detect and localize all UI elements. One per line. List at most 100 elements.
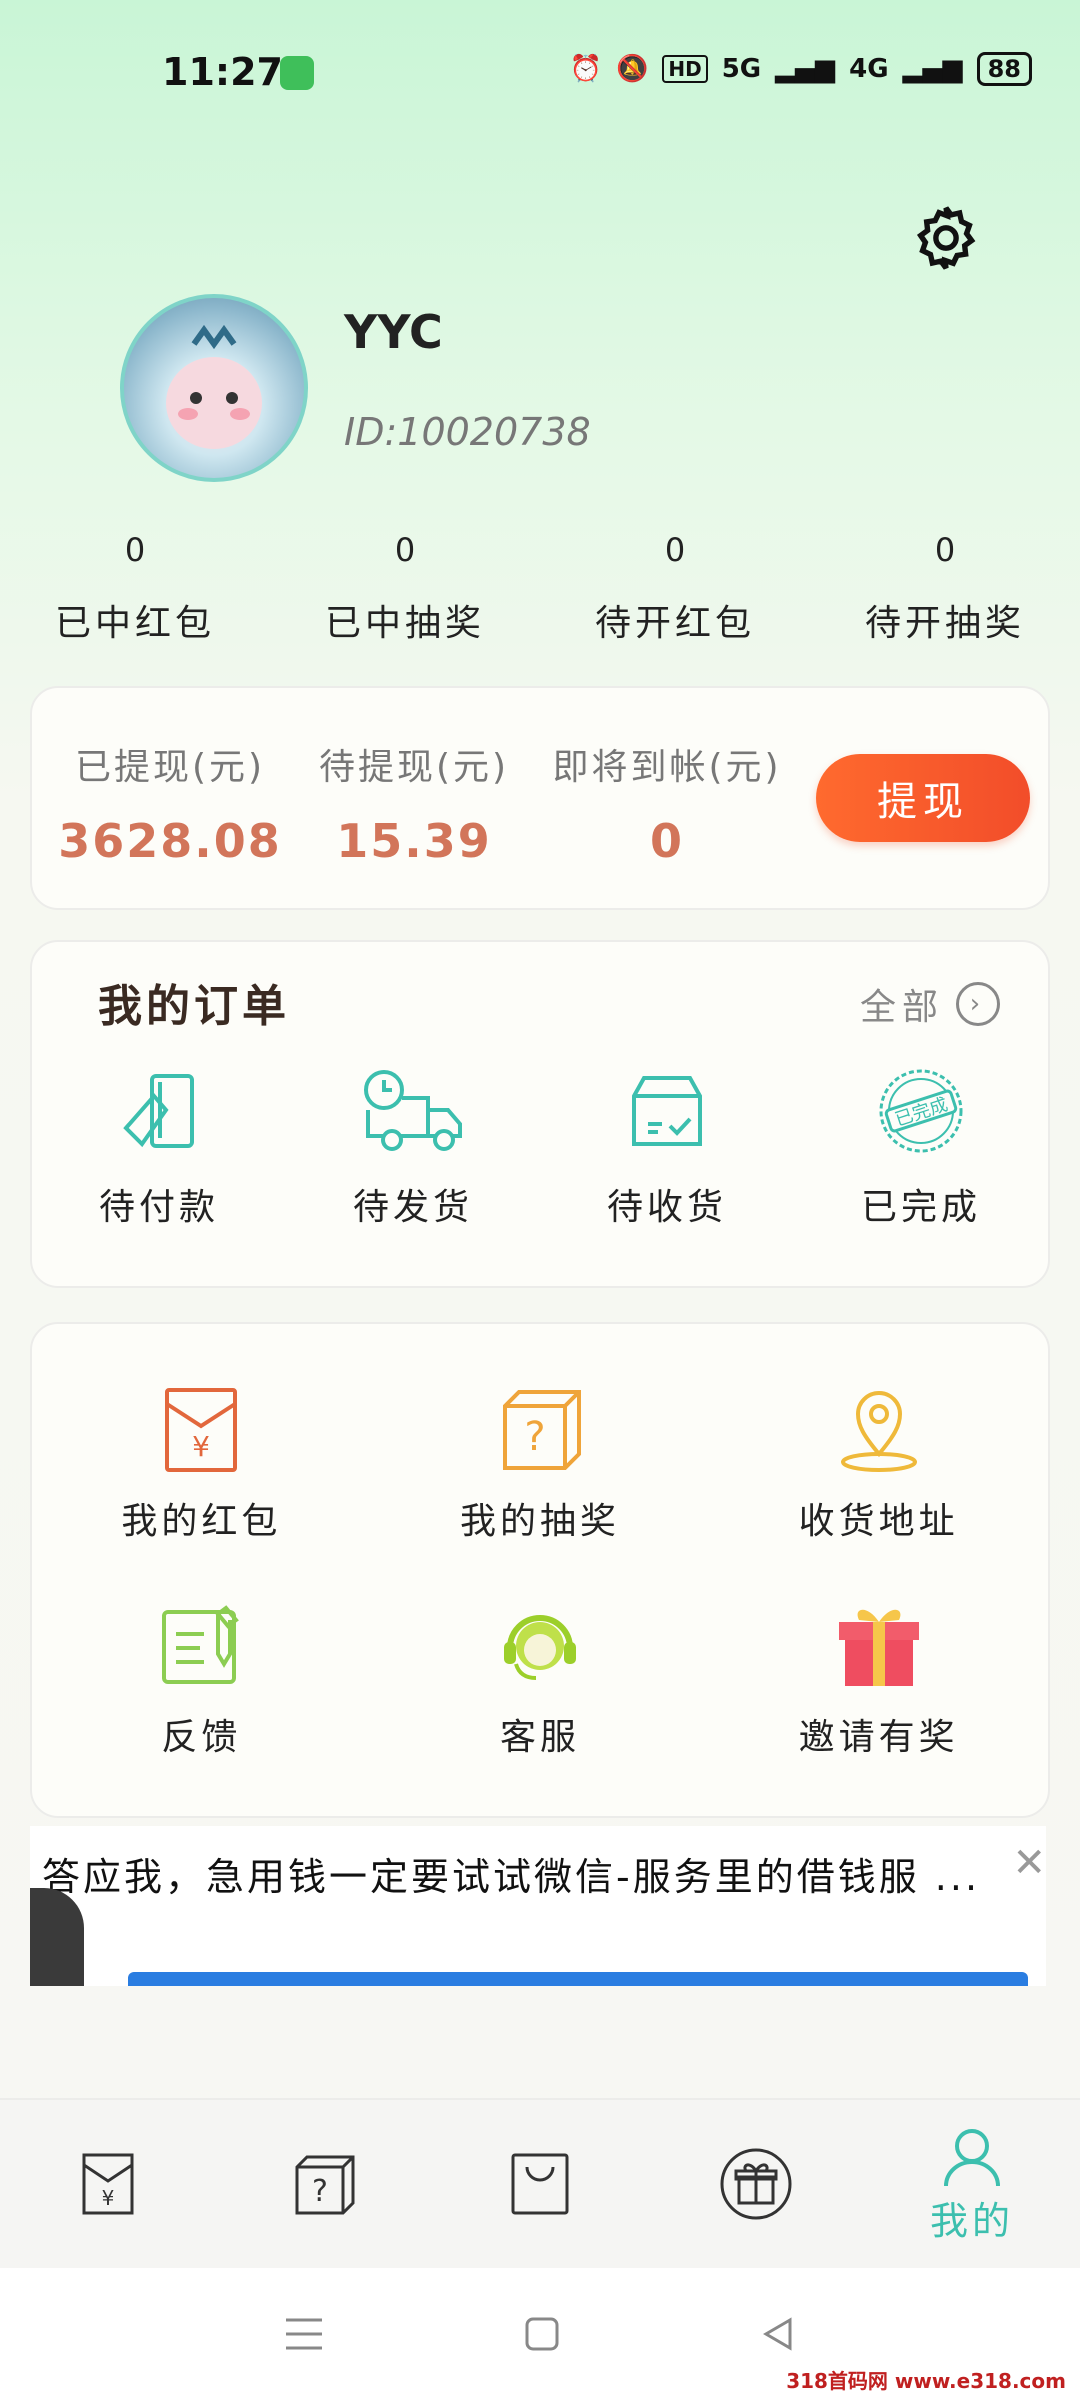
svg-text:?: ? (312, 2174, 328, 2209)
my-orders-card: 我的订单 全部 › 待付款 待发货 待收货 已完成 已完成 (30, 940, 1050, 1288)
service-label: 收货地址 (798, 1501, 959, 1542)
tab-mine[interactable]: 我的 (864, 2100, 1080, 2270)
tab-shop[interactable] (432, 2100, 648, 2270)
withdrawn-amount: 已提现(元) 3628.08 (50, 738, 290, 868)
stat-pending-red-packets[interactable]: 0 待开红包 (540, 520, 810, 646)
withdrawn-value: 3628.08 (58, 814, 282, 868)
mute-icon: 🔕 (616, 54, 649, 84)
stat-won-lotteries[interactable]: 0 已中抽奖 (270, 520, 540, 646)
pending-withdraw-amount: 待提现(元) 15.39 (294, 738, 534, 868)
settings-gear-icon[interactable] (908, 200, 984, 276)
back-icon[interactable] (760, 2316, 796, 2352)
hd-label: HD (662, 55, 708, 83)
orders-title: 我的订单 (98, 981, 290, 1032)
order-pending-receipt[interactable]: 待收货 (540, 1066, 794, 1230)
service-customer-support[interactable]: 客服 (371, 1600, 710, 1760)
status-time: 11:27 (162, 50, 283, 94)
gift-tab-icon (720, 2148, 792, 2220)
order-label: 待付款 (98, 1187, 219, 1228)
tab-label: 我的 (929, 2198, 1014, 2243)
signal-5g: 5G (721, 54, 762, 84)
mystery-box-icon: ? (502, 1390, 581, 1470)
service-label: 反馈 (161, 1717, 242, 1758)
gift-box-icon (838, 1609, 919, 1686)
stats-row: 0 已中红包 0 已中抽奖 0 待开红包 0 待开抽奖 (0, 520, 1080, 646)
feedback-note-icon (162, 1605, 240, 1684)
svg-text:¥: ¥ (192, 1430, 210, 1463)
tab-red-packets[interactable]: ¥ (0, 2100, 216, 2270)
avatar-dino-image (166, 324, 262, 449)
orders-all-label: 全部 (859, 987, 944, 1028)
ad-logo (30, 1888, 84, 1986)
chevron-right-icon: › (956, 982, 1000, 1026)
home-icon[interactable] (524, 2316, 560, 2352)
stat-value: 0 (934, 531, 956, 569)
bottom-tab-bar: ¥ ? 我的 (0, 2098, 1080, 2270)
service-my-red-packets[interactable]: ¥ 我的红包 (32, 1384, 371, 1544)
menu-icon[interactable] (284, 2316, 324, 2352)
pending-withdraw-value: 15.39 (336, 814, 492, 868)
stat-label: 待开红包 (594, 603, 755, 644)
stat-label: 已中抽奖 (324, 603, 485, 644)
services-card: ¥ 我的红包 ? 我的抽奖 收货地址 反馈 客服 邀请有奖 (30, 1322, 1050, 1818)
order-label: 待收货 (606, 1187, 727, 1228)
stat-value: 0 (124, 531, 146, 569)
order-label: 待发货 (352, 1187, 473, 1228)
payment-card-icon (123, 1074, 194, 1148)
order-completed[interactable]: 已完成 已完成 (794, 1066, 1048, 1230)
svg-text:?: ? (524, 1414, 545, 1460)
red-envelope-icon: ¥ (165, 1388, 238, 1472)
location-pin-icon (840, 1391, 917, 1472)
package-box-icon (632, 1076, 702, 1146)
signal-bars-icon: ▂▄▆ (775, 54, 836, 84)
service-label: 我的抽奖 (459, 1501, 620, 1542)
delivery-truck-icon (364, 1070, 462, 1151)
order-pending-payment[interactable]: 待付款 (32, 1066, 286, 1230)
tab-gifts[interactable] (648, 2100, 864, 2270)
signal-4g: 4G (849, 54, 889, 84)
stat-value: 0 (394, 531, 416, 569)
nickname: YYC (344, 305, 443, 359)
svg-text:¥: ¥ (102, 2186, 115, 2210)
service-label: 邀请有奖 (798, 1717, 959, 1758)
pending-withdraw-label: 待提现(元) (318, 747, 510, 788)
stat-label: 待开抽奖 (864, 603, 1025, 644)
order-label: 已完成 (860, 1187, 981, 1228)
withdraw-button[interactable]: 提现 (816, 754, 1030, 842)
withdraw-card: 已提现(元) 3628.08 待提现(元) 15.39 即将到帐(元) 0 提现 (30, 686, 1050, 910)
customer-service-icon (503, 1615, 576, 1680)
orders-all-link[interactable]: 全部 › (860, 978, 1000, 1030)
stat-pending-lotteries[interactable]: 0 待开抽奖 (810, 520, 1080, 646)
close-icon[interactable]: ✕ (1012, 1840, 1046, 1886)
service-my-lottery[interactable]: ? 我的抽奖 (371, 1384, 710, 1544)
battery-level: 88 (976, 52, 1032, 86)
ad-banner[interactable]: 答应我，急用钱一定要试试微信-服务里的借钱服 ... ✕ (30, 1826, 1046, 1986)
profile-tab-icon (944, 2128, 1000, 2186)
service-label: 我的红包 (121, 1501, 282, 1542)
order-pending-shipment[interactable]: 待发货 (286, 1066, 540, 1230)
arriving-amount: 即将到帐(元) 0 (532, 738, 802, 868)
tab-lottery[interactable]: ? (216, 2100, 432, 2270)
shopping-bag-tab-icon (511, 2153, 569, 2215)
mystery-box-tab-icon: ? (295, 2155, 355, 2215)
stat-value: 0 (664, 531, 686, 569)
stat-label: 已中红包 (54, 603, 215, 644)
service-feedback[interactable]: 反馈 (32, 1600, 371, 1760)
arriving-label: 即将到帐(元) (552, 747, 782, 788)
completed-stamp-icon: 已完成 (879, 1069, 963, 1153)
watermark: 318首码网 www.e318.com (786, 2369, 1066, 2393)
ad-text: 答应我，急用钱一定要试试微信-服务里的借钱服 ... (42, 1855, 981, 1899)
red-envelope-tab-icon: ¥ (82, 2153, 134, 2215)
withdrawn-label: 已提现(元) (74, 747, 266, 788)
message-notification-icon (280, 56, 314, 90)
alarm-icon: ⏰ (569, 54, 602, 84)
avatar[interactable] (120, 294, 308, 482)
service-shipping-address[interactable]: 收货地址 (709, 1384, 1048, 1544)
signal-bars-icon-2: ▂▄▆ (902, 54, 963, 84)
user-id: ID:10020738 (344, 410, 591, 454)
arriving-value: 0 (649, 814, 684, 868)
status-indicators: ⏰ 🔕 HD 5G ▂▄▆ 4G ▂▄▆ 88 (570, 52, 1032, 86)
stat-won-red-packets[interactable]: 0 已中红包 (0, 520, 270, 646)
ad-action-bar[interactable] (128, 1972, 1028, 1986)
service-invite-rewards[interactable]: 邀请有奖 (709, 1600, 1048, 1760)
